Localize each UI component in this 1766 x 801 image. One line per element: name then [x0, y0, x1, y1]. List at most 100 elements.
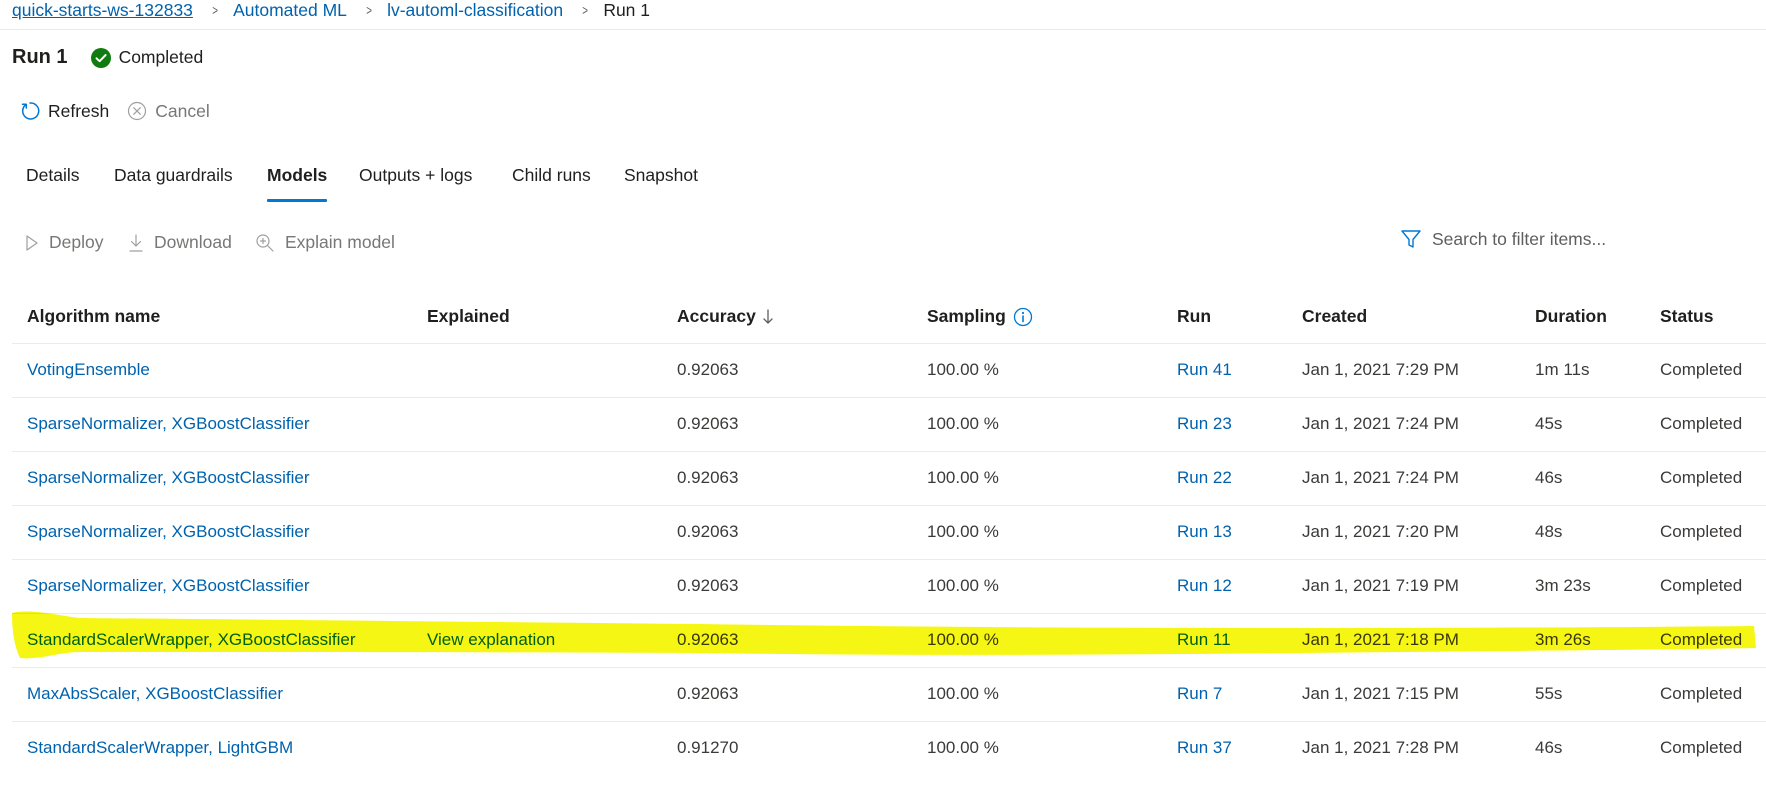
duration-cell: 1m 11s — [1535, 360, 1590, 379]
page-title: Run 1 — [12, 46, 68, 68]
info-icon[interactable] — [1013, 307, 1033, 327]
algorithm-link[interactable]: SparseNormalizer, XGBoostClassifier — [27, 414, 309, 434]
table-row[interactable]: SparseNormalizer, XGBoostClassifier 0.92… — [12, 398, 1766, 452]
download-icon — [129, 233, 143, 252]
status-cell: Completed — [1660, 576, 1743, 595]
duration-cell: 48s — [1535, 522, 1563, 541]
column-header-algorithm[interactable]: Algorithm name — [27, 306, 160, 327]
run-link[interactable]: Run 23 — [1177, 414, 1232, 434]
table-row[interactable]: StandardScalerWrapper, LightGBM 0.91270 … — [12, 722, 1766, 776]
breadcrumb-automated-ml[interactable]: Automated ML — [233, 0, 347, 21]
algorithm-link[interactable]: MaxAbsScaler, XGBoostClassifier — [27, 684, 283, 704]
table-row[interactable]: VotingEnsemble 0.92063 100.00 % Run 41 J… — [12, 344, 1766, 398]
tab-child-runs[interactable]: Child runs — [512, 165, 591, 205]
run-link[interactable]: Run 37 — [1177, 738, 1232, 758]
column-header-explained[interactable]: Explained — [427, 306, 510, 327]
status-cell: Completed — [1660, 738, 1743, 757]
run-link[interactable]: Run 12 — [1177, 576, 1232, 596]
accuracy-cell: 0.91270 — [677, 738, 739, 757]
status-cell: Completed — [1660, 522, 1743, 541]
status-cell: Completed — [1660, 414, 1743, 433]
algorithm-link[interactable]: VotingEnsemble — [27, 360, 150, 380]
table-row[interactable]: MaxAbsScaler, XGBoostClassifier 0.92063 … — [12, 668, 1766, 722]
run-link[interactable]: Run 22 — [1177, 468, 1232, 488]
accuracy-cell: 0.92063 — [677, 468, 739, 487]
duration-cell: 46s — [1535, 738, 1563, 757]
sampling-cell: 100.00 % — [927, 468, 999, 487]
algorithm-link[interactable]: StandardScalerWrapper, LightGBM — [27, 738, 293, 758]
header-divider — [0, 29, 1766, 30]
sampling-cell: 100.00 % — [927, 522, 999, 541]
models-table: Algorithm name Explained Accuracy Sampli… — [12, 288, 1766, 776]
command-bar: Refresh Cancel — [20, 98, 228, 124]
tab-data-guardrails[interactable]: Data guardrails — [114, 165, 233, 205]
duration-cell: 3m 26s — [1535, 630, 1591, 649]
refresh-icon — [21, 102, 40, 120]
table-row[interactable]: SparseNormalizer, XGBoostClassifier 0.92… — [12, 506, 1766, 560]
status-badge: Completed — [90, 47, 204, 68]
column-header-created[interactable]: Created — [1302, 306, 1367, 327]
status-cell: Completed — [1660, 360, 1743, 379]
column-header-duration[interactable]: Duration — [1535, 306, 1607, 327]
sampling-cell: 100.00 % — [927, 576, 999, 595]
algorithm-link[interactable]: SparseNormalizer, XGBoostClassifier — [27, 522, 309, 542]
accuracy-cell: 0.92063 — [677, 360, 739, 379]
cancel-button[interactable]: Cancel — [127, 100, 210, 122]
explain-model-button[interactable]: Explain model — [255, 232, 395, 253]
algorithm-link[interactable]: SparseNormalizer, XGBoostClassifier — [27, 576, 309, 596]
play-icon — [26, 234, 38, 251]
accuracy-cell: 0.92063 — [677, 522, 739, 541]
duration-cell: 46s — [1535, 468, 1563, 487]
refresh-button[interactable]: Refresh — [20, 101, 109, 122]
status-text: Completed — [118, 47, 204, 67]
created-cell: Jan 1, 2021 7:19 PM — [1302, 576, 1459, 595]
check-circle-icon — [90, 47, 111, 68]
table-row-highlighted[interactable]: StandardScalerWrapper, XGBoostClassifier… — [12, 614, 1766, 668]
column-header-sampling[interactable]: Sampling — [927, 306, 1033, 327]
sampling-cell: 100.00 % — [927, 684, 999, 703]
created-cell: Jan 1, 2021 7:29 PM — [1302, 360, 1459, 379]
filter-icon — [1401, 230, 1421, 248]
run-link[interactable]: Run 13 — [1177, 522, 1232, 542]
created-cell: Jan 1, 2021 7:18 PM — [1302, 630, 1459, 649]
status-cell: Completed — [1660, 684, 1743, 703]
column-header-run[interactable]: Run — [1177, 306, 1211, 327]
breadcrumb: quick-starts-ws-132833 > Automated ML > … — [12, 0, 650, 21]
created-cell: Jan 1, 2021 7:24 PM — [1302, 414, 1459, 433]
deploy-label: Deploy — [49, 232, 104, 252]
refresh-label: Refresh — [48, 100, 110, 121]
accuracy-cell: 0.92063 — [677, 684, 739, 703]
tab-details[interactable]: Details — [26, 165, 80, 205]
table-row[interactable]: SparseNormalizer, XGBoostClassifier 0.92… — [12, 452, 1766, 506]
sampling-cell: 100.00 % — [927, 360, 999, 379]
tab-outputs-logs[interactable]: Outputs + logs — [359, 165, 472, 205]
run-link[interactable]: Run 11 — [1177, 630, 1231, 650]
tab-models[interactable]: Models — [267, 165, 328, 205]
search-input[interactable] — [1432, 228, 1612, 250]
chevron-right-icon: > — [582, 2, 589, 18]
sampling-cell: 100.00 % — [927, 630, 999, 649]
accuracy-cell: 0.92063 — [677, 414, 739, 433]
run-header: Run 1 Completed — [12, 46, 203, 69]
column-header-accuracy[interactable]: Accuracy — [677, 306, 773, 327]
download-button[interactable]: Download — [128, 232, 232, 253]
column-header-status[interactable]: Status — [1660, 306, 1713, 327]
breadcrumb-experiment[interactable]: lv-automl-classification — [387, 0, 563, 21]
table-row[interactable]: SparseNormalizer, XGBoostClassifier 0.92… — [12, 560, 1766, 614]
view-explanation-link[interactable]: View explanation — [427, 630, 555, 650]
deploy-button[interactable]: Deploy — [25, 232, 103, 253]
created-cell: Jan 1, 2021 7:20 PM — [1302, 522, 1459, 541]
run-link[interactable]: Run 41 — [1177, 360, 1232, 380]
run-link[interactable]: Run 7 — [1177, 684, 1222, 704]
download-label: Download — [154, 232, 232, 252]
tab-snapshot[interactable]: Snapshot — [624, 165, 698, 205]
algorithm-link[interactable]: SparseNormalizer, XGBoostClassifier — [27, 468, 309, 488]
chevron-right-icon: > — [366, 2, 372, 18]
algorithm-link[interactable]: StandardScalerWrapper, XGBoostClassifier — [27, 630, 356, 650]
cancel-label: Cancel — [155, 100, 210, 121]
status-cell: Completed — [1660, 630, 1743, 649]
sampling-cell: 100.00 % — [927, 414, 999, 433]
created-cell: Jan 1, 2021 7:15 PM — [1302, 684, 1459, 703]
breadcrumb-workspace[interactable]: quick-starts-ws-132833 — [12, 0, 193, 21]
status-cell: Completed — [1660, 468, 1743, 487]
